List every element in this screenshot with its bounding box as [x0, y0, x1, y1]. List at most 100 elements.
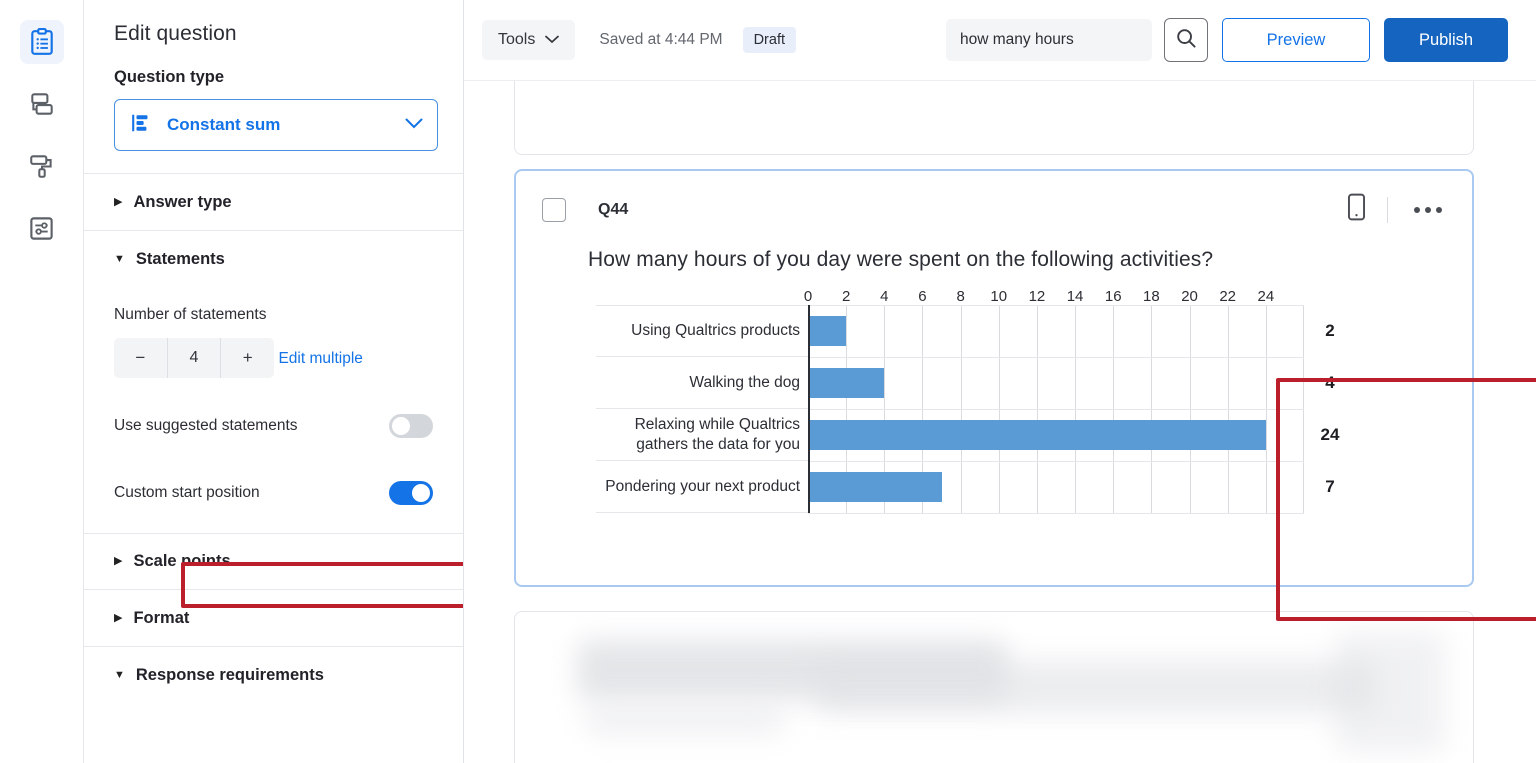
category-label: Using Qualtrics products — [596, 305, 808, 357]
chart-bar[interactable] — [810, 472, 942, 502]
x-tick-label: 24 — [1258, 288, 1275, 305]
search-input[interactable] — [946, 19, 1152, 61]
chevron-down-small-icon: ▼ — [114, 254, 125, 265]
section-response-requirements[interactable]: ▼ Response requirements — [84, 647, 463, 704]
constant-sum-chart: 024681012141618202224 Using Qualtrics pr… — [596, 279, 1356, 513]
app-root: Edit question Question type Constant sum… — [0, 0, 1536, 763]
question-card-header: Q44 — [516, 171, 1472, 226]
increment-button[interactable]: + — [221, 338, 274, 378]
status-badge: Draft — [743, 27, 796, 53]
bar-value-label: 2 — [1304, 305, 1356, 357]
edit-question-panel: Edit question Question type Constant sum… — [84, 0, 464, 763]
question-type-label: Question type — [84, 46, 463, 87]
publish-button[interactable]: Publish — [1384, 18, 1508, 62]
custom-start-position-toggle[interactable] — [389, 481, 433, 505]
bar-value-label: 7 — [1304, 461, 1356, 513]
number-of-statements-stepper[interactable]: − 4 + — [114, 338, 274, 378]
question-id-label: Q44 — [598, 201, 628, 219]
statements-body: Number of statements − 4 + Edit multiple… — [84, 306, 463, 509]
x-tick-label: 6 — [918, 288, 926, 305]
x-tick-label: 18 — [1143, 288, 1160, 305]
mobile-preview-icon[interactable] — [1346, 193, 1367, 226]
clipboard-icon — [29, 28, 55, 56]
x-tick-label: 12 — [1029, 288, 1046, 305]
preview-label: Preview — [1267, 31, 1326, 50]
chart-row-separator — [808, 461, 1304, 462]
section-format[interactable]: ▶ Format — [84, 590, 463, 647]
tools-label: Tools — [498, 31, 535, 49]
panel-title: Edit question — [84, 0, 463, 46]
question-type-select[interactable]: Constant sum — [114, 99, 438, 151]
category-label: Pondering your next product — [596, 461, 808, 513]
question-type-value: Constant sum — [167, 115, 405, 135]
publish-label: Publish — [1419, 31, 1473, 50]
chevron-right-icon: ▶ — [114, 556, 122, 567]
edit-multiple-link[interactable]: Edit multiple — [278, 350, 362, 368]
x-tick-label: 20 — [1181, 288, 1198, 305]
chart-plot-area — [808, 305, 1304, 513]
use-suggested-statements-row: Use suggested statements — [114, 410, 433, 442]
bar-value-label: 4 — [1304, 357, 1356, 409]
more-options-icon[interactable] — [1408, 201, 1448, 219]
x-tick-label: 0 — [804, 288, 812, 305]
chart-row-separator — [808, 305, 1304, 306]
preview-button[interactable]: Preview — [1222, 18, 1370, 62]
search-icon — [1175, 27, 1197, 54]
question-select-checkbox[interactable] — [542, 198, 566, 222]
bar-value-label: 24 — [1304, 409, 1356, 461]
paint-roller-icon — [28, 152, 56, 180]
use-suggested-statements-toggle[interactable] — [389, 414, 433, 438]
x-tick-label: 2 — [842, 288, 850, 305]
sidebar-item-survey-flow[interactable] — [20, 82, 64, 126]
category-labels-column: Using Qualtrics productsWalking the dogR… — [596, 305, 808, 513]
main-area: Tools Saved at 4:44 PM Draft Preview — [464, 0, 1536, 763]
chevron-right-icon: ▶ — [114, 197, 122, 208]
chevron-down-icon — [405, 116, 423, 134]
flow-blocks-icon — [28, 91, 56, 117]
sidebar-item-survey-options[interactable] — [20, 206, 64, 250]
sliders-icon — [28, 215, 55, 242]
section-answer-type[interactable]: ▶ Answer type — [84, 174, 463, 231]
actions-divider — [1387, 197, 1388, 223]
section-statements-label: Statements — [136, 250, 225, 269]
question-card-q44[interactable]: Q44 How many hours of you day were spent… — [514, 169, 1474, 587]
blurred-content — [1335, 632, 1445, 752]
chart-bar[interactable] — [810, 368, 884, 398]
category-label: Walking the dog — [596, 357, 808, 409]
chart-row-separator — [808, 513, 1304, 514]
x-tick-label: 8 — [956, 288, 964, 305]
blurred-content — [815, 660, 1375, 714]
top-toolbar: Tools Saved at 4:44 PM Draft Preview — [464, 0, 1536, 81]
custom-start-position-label: Custom start position — [114, 484, 260, 502]
x-axis-tick-labels: 024681012141618202224 — [808, 283, 1304, 305]
section-statements[interactable]: ▼ Statements — [84, 231, 463, 288]
number-of-statements-label: Number of statements — [114, 306, 433, 324]
custom-start-position-row: Custom start position — [114, 477, 433, 509]
chart-bar[interactable] — [810, 316, 846, 346]
x-tick-label: 10 — [990, 288, 1007, 305]
toggle-knob — [412, 484, 430, 502]
decrement-button[interactable]: − — [114, 338, 167, 378]
constant-sum-icon — [131, 112, 153, 139]
chart-axis-row: 024681012141618202224 — [596, 279, 1356, 305]
chart-bar[interactable] — [810, 420, 1266, 450]
left-icon-rail — [0, 0, 84, 763]
sidebar-item-survey-builder[interactable] — [20, 20, 64, 64]
x-tick-label: 14 — [1067, 288, 1084, 305]
sidebar-item-look-and-feel[interactable] — [20, 144, 64, 188]
x-tick-label: 22 — [1219, 288, 1236, 305]
value-labels-column: 24247 — [1304, 305, 1356, 513]
section-scale-points[interactable]: ▶ Scale points — [84, 533, 463, 590]
use-suggested-statements-label: Use suggested statements — [114, 417, 298, 435]
next-question-card[interactable] — [514, 611, 1474, 763]
chart-row-separator — [808, 409, 1304, 410]
search-button[interactable] — [1164, 18, 1208, 62]
section-scale-points-label: Scale points — [133, 552, 230, 571]
section-answer-type-label: Answer type — [133, 193, 231, 212]
x-tick-label: 16 — [1105, 288, 1122, 305]
section-response-requirements-label: Response requirements — [136, 666, 324, 685]
tools-button[interactable]: Tools — [482, 20, 575, 60]
statements-count-value: 4 — [168, 338, 221, 378]
question-text: How many hours of you day were spent on … — [516, 226, 1472, 272]
section-format-label: Format — [133, 609, 189, 628]
